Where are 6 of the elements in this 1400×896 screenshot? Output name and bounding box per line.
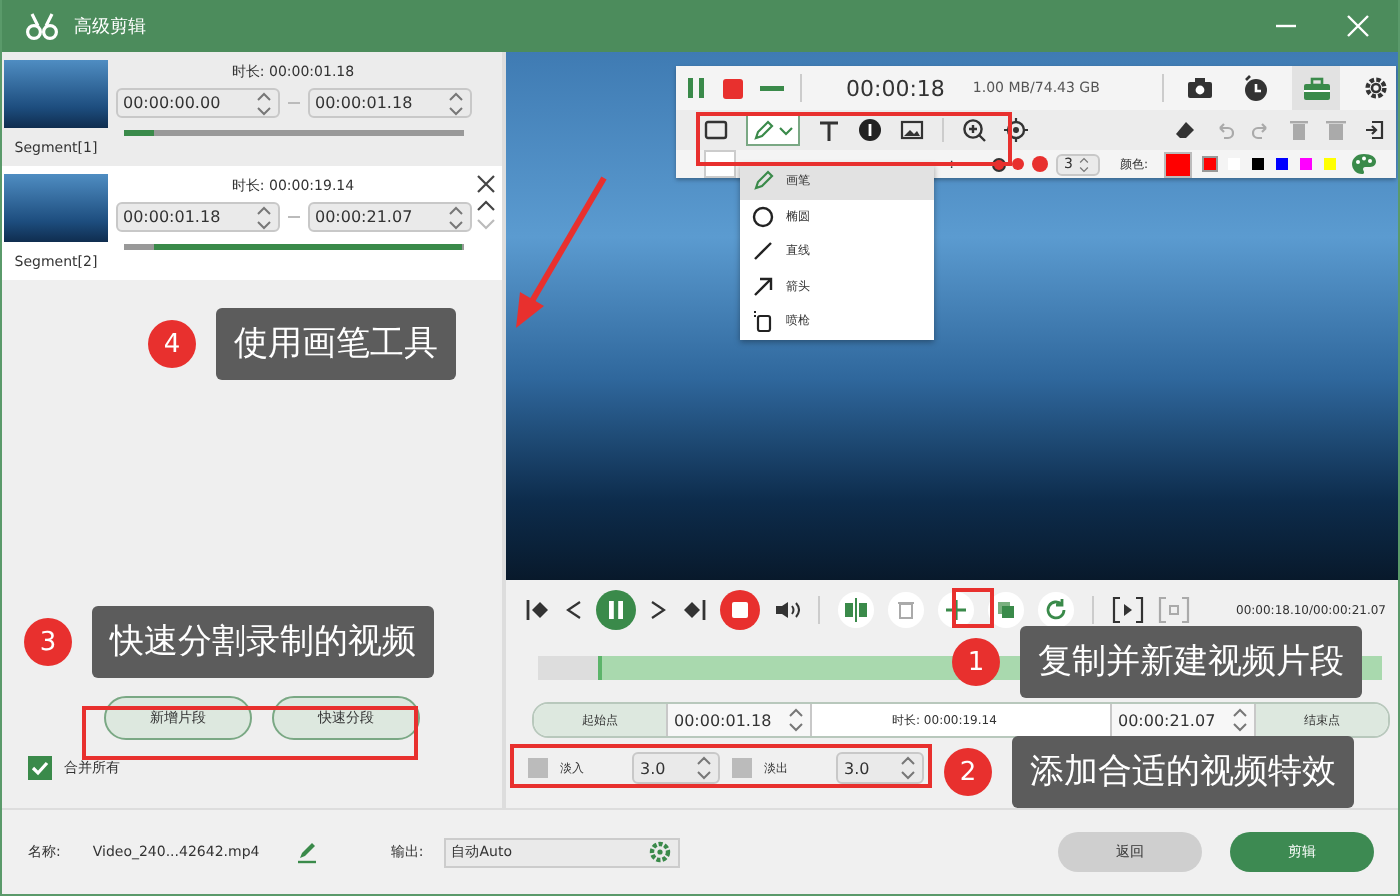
callout-tooltip: 复制并新建视频片段 (1020, 626, 1362, 698)
window-title: 高级剪辑 (74, 15, 146, 39)
callout-tooltip: 快速分割录制的视频 (92, 606, 434, 678)
callout-tooltip: 使用画笔工具 (216, 308, 456, 380)
callout-tooltip: 添加合适的视频特效 (1012, 736, 1354, 808)
elapsed-time: 00:00:18 (846, 75, 945, 101)
